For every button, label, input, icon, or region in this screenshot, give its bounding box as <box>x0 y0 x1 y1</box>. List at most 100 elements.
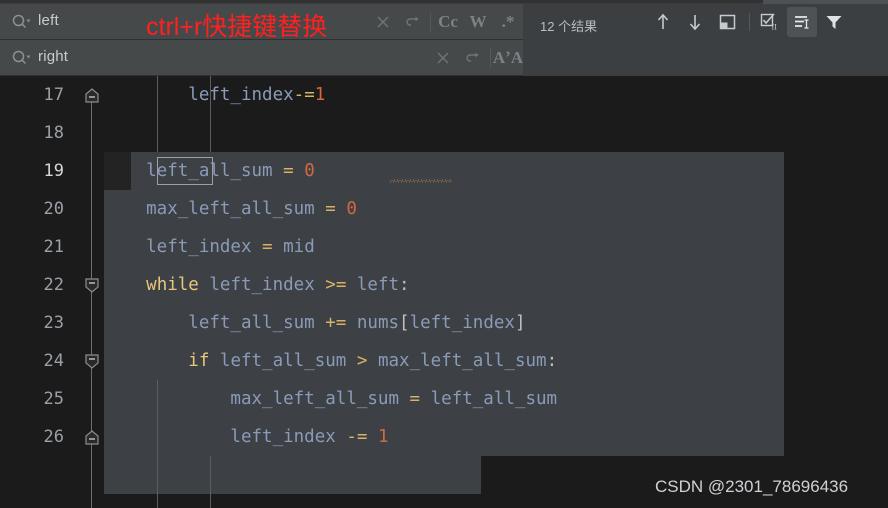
indent-guide <box>210 76 211 152</box>
replace-field-icons: AʼA <box>428 40 523 76</box>
indent-guide <box>157 76 158 152</box>
code-line[interactable]: left_index -= 1 <box>104 418 888 456</box>
search-match-highlight <box>157 157 213 185</box>
code-token: left_all_sum <box>430 389 558 409</box>
svg-text:II: II <box>772 23 778 32</box>
code-token: max_left_all_sum <box>104 199 326 219</box>
search-icon[interactable] <box>11 13 31 31</box>
fold-collapse-icon[interactable] <box>84 354 100 369</box>
line-number: 22 <box>43 275 64 295</box>
fold-region-end-icon[interactable] <box>84 88 100 103</box>
funnel-icon[interactable] <box>819 7 849 37</box>
code-token: = <box>262 237 284 257</box>
line-number: 21 <box>43 237 64 257</box>
code-content[interactable]: left_index-=1 left_all_sum = 0 max_left_… <box>104 76 888 508</box>
replace-search-icon[interactable] <box>11 49 31 67</box>
panel-top-divider <box>0 0 888 3</box>
code-editor[interactable]: left_index-=1 left_all_sum = 0 max_left_… <box>0 76 888 508</box>
line-number: 25 <box>43 389 64 409</box>
code-token: while <box>146 275 199 295</box>
words-toggle[interactable]: W <box>463 4 493 40</box>
code-token: mid <box>283 237 315 257</box>
replace-icons-divider <box>490 48 491 68</box>
code-line[interactable]: max_left_all_sum = left_all_sum <box>104 380 888 418</box>
code-token: nums <box>346 313 400 333</box>
open-in-find-window-button[interactable] <box>712 7 742 37</box>
code-line[interactable]: if left_all_sum > max_left_all_sum: <box>104 342 888 380</box>
code-token: if <box>188 351 210 371</box>
line-number: 17 <box>43 85 64 105</box>
code-token: [ <box>399 313 410 333</box>
code-token: 1 <box>314 85 326 105</box>
indent-guide <box>157 380 158 508</box>
fold-region-line <box>91 90 92 508</box>
clear-search-icon[interactable] <box>368 4 398 40</box>
filter-results-button[interactable] <box>787 7 817 37</box>
code-token: : <box>546 351 558 371</box>
code-token: left_index <box>104 237 263 257</box>
code-token: >= <box>325 275 347 295</box>
code-token: 1 <box>377 427 389 447</box>
code-token: left_all_sum <box>209 351 357 371</box>
code-line[interactable] <box>104 114 888 152</box>
code-token: left_all_sum <box>104 313 326 333</box>
code-token: -= <box>346 427 378 447</box>
line-number: 18 <box>43 123 64 143</box>
code-line[interactable]: max_left_all_sum = 0 <box>104 190 888 228</box>
match-case-toggle[interactable]: Cc <box>433 4 463 40</box>
line-number: 20 <box>43 199 64 219</box>
replace-history-icon[interactable] <box>458 40 488 76</box>
code-token: += <box>325 313 347 333</box>
search-input-value[interactable]: left <box>38 12 59 29</box>
code-token: : <box>399 275 410 295</box>
next-occurrence-button[interactable] <box>680 7 710 37</box>
replace-row: right AʼA 替换(P) <box>0 40 888 113</box>
fold-collapse-icon[interactable] <box>84 278 100 293</box>
code-token: ] <box>514 313 526 333</box>
search-field-icons: Cc W .* <box>368 4 523 40</box>
code-line[interactable]: left_index = mid <box>104 228 888 266</box>
line-number: 23 <box>43 313 64 333</box>
search-icons-divider <box>430 12 431 32</box>
select-all-occurrences-button[interactable]: II <box>755 7 785 37</box>
code-token: = <box>325 199 347 219</box>
code-token: = <box>409 389 431 409</box>
tools-divider <box>749 13 750 31</box>
code-token: -= <box>293 85 315 105</box>
indent-guide <box>210 456 211 508</box>
code-token: left_index <box>104 85 294 105</box>
search-history-icon[interactable] <box>398 4 428 40</box>
code-line[interactable]: left_all_sum += nums[left_index] <box>104 304 888 342</box>
replace-field[interactable]: right AʼA <box>0 40 523 76</box>
fold-region-end-icon[interactable] <box>84 430 100 445</box>
find-replace-panel: left Cc W .* 12 个结果 II right AʼA ctrl+r快… <box>0 0 888 113</box>
regex-toggle[interactable]: .* <box>493 4 523 40</box>
code-token: > <box>356 351 368 371</box>
clear-replace-icon[interactable] <box>428 40 458 76</box>
code-token: left_index <box>409 313 515 333</box>
code-token: 0 <box>304 161 315 181</box>
error-squiggle <box>390 179 452 183</box>
code-line[interactable]: while left_index >= left: <box>104 266 888 304</box>
preserve-case-toggle[interactable]: AʼA <box>493 40 523 76</box>
code-token: 0 <box>346 199 357 219</box>
line-number: 24 <box>43 351 64 371</box>
code-token: max_left_all_sum <box>367 351 547 371</box>
code-token: max_left_all_sum <box>104 389 410 409</box>
code-line[interactable]: left_all_sum = 0 <box>104 152 888 190</box>
search-row: left Cc W .* 12 个结果 II <box>0 4 888 40</box>
previous-occurrence-button[interactable] <box>648 7 678 37</box>
code-token: left_index <box>104 427 347 447</box>
annotation-text: ctrl+r快捷键替换 <box>146 13 328 41</box>
search-tools: II <box>648 6 851 38</box>
line-number: 19 <box>43 161 64 181</box>
replace-input-value[interactable]: right <box>38 48 68 65</box>
result-count-label: 12 个结果 <box>540 19 598 34</box>
code-token: = <box>283 161 305 181</box>
line-number: 26 <box>43 427 64 447</box>
code-token: left_index <box>198 275 326 295</box>
watermark-label: CSDN @2301_78696436 <box>655 477 849 496</box>
code-line[interactable]: left_index-=1 <box>104 76 888 114</box>
